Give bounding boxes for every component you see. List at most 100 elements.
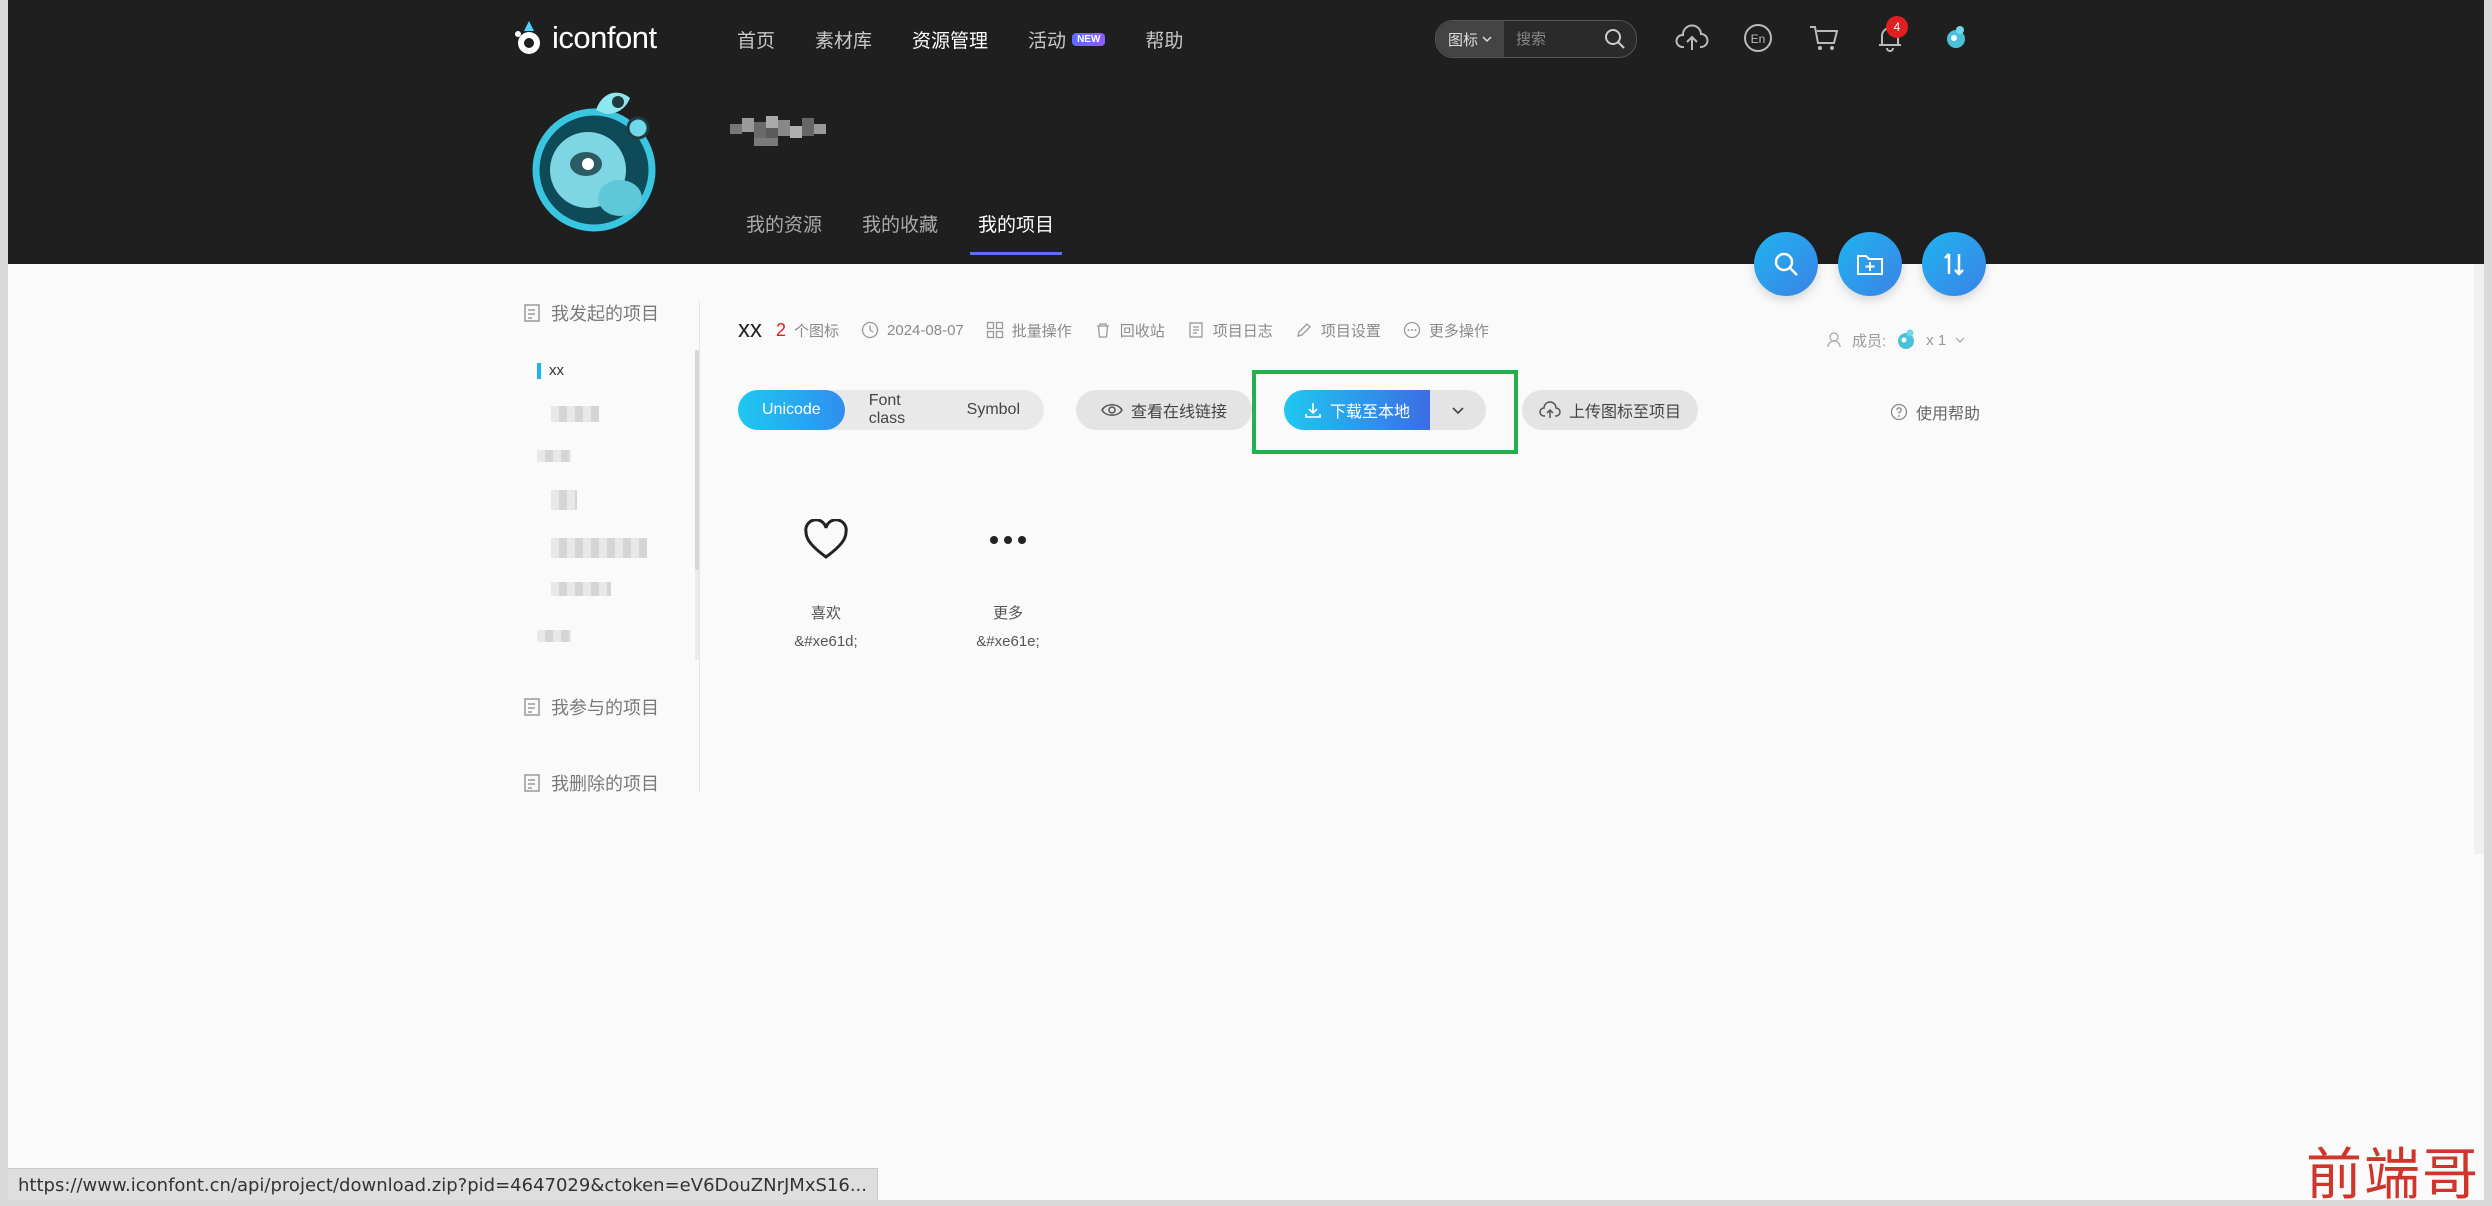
project-sidebar: 我发起的项目 xx 我参与的项目 我删除的项目 xyxy=(523,300,699,796)
list-item-pixelated[interactable] xyxy=(551,582,611,596)
action-label: 项目设置 xyxy=(1320,322,1381,340)
nav-label: 素材库 xyxy=(815,31,873,52)
members-count: x 1 xyxy=(1926,331,1947,349)
project-settings-button[interactable]: 项目设置 xyxy=(1295,320,1381,341)
avatar-icon xyxy=(1947,26,1965,48)
list-item-pixelated[interactable] xyxy=(537,450,571,462)
folder-add-icon xyxy=(1857,255,1883,275)
icon-count: 2 xyxy=(776,319,787,340)
upload-icons-button[interactable]: 上传图标至项目 xyxy=(1522,390,1698,430)
search-box: 图标 xyxy=(1435,20,1637,58)
user-avatar-button[interactable] xyxy=(1936,18,1976,58)
recycle-bin-button[interactable]: 回收站 xyxy=(1094,320,1165,341)
button-label: 下载至本地 xyxy=(1329,404,1410,421)
chevron-down-icon xyxy=(1452,407,1464,415)
icon-name: 喜欢 xyxy=(810,605,841,622)
format-symbol-tab[interactable]: Symbol xyxy=(943,390,1044,430)
logo-icon xyxy=(510,19,548,57)
list-item-pixelated[interactable] xyxy=(551,490,577,510)
members-label: 成员: xyxy=(1852,332,1887,350)
created-project-list: xx xyxy=(523,350,699,660)
project-name: xx xyxy=(738,316,762,343)
download-options-dropdown[interactable] xyxy=(1430,390,1486,430)
profile-tabs: 我的资源 我的收藏 我的项目 xyxy=(746,210,1094,255)
tab-my-favorites[interactable]: 我的收藏 xyxy=(862,210,938,255)
tab-my-projects[interactable]: 我的项目 xyxy=(970,210,1063,255)
download-icon xyxy=(1305,403,1321,418)
notifications-button[interactable]: 4 xyxy=(1870,16,1910,58)
active-indicator xyxy=(537,362,541,379)
sidebar-deleted-projects[interactable]: 我删除的项目 xyxy=(523,770,699,796)
upload-button[interactable] xyxy=(1672,18,1712,58)
search-icon xyxy=(1605,29,1625,49)
member-avatar xyxy=(1898,329,1915,349)
list-item-pixelated[interactable] xyxy=(551,406,599,422)
search-submit-button[interactable] xyxy=(1600,24,1630,54)
language-button[interactable]: En xyxy=(1738,18,1778,58)
member-icon xyxy=(1827,332,1841,348)
cart-button[interactable] xyxy=(1804,18,1844,58)
action-label: 更多操作 xyxy=(1428,322,1489,340)
nav-label: 活动 xyxy=(1028,31,1067,52)
tab-my-resources[interactable]: 我的资源 xyxy=(746,210,822,255)
new-project-fab-button[interactable] xyxy=(1838,232,1902,296)
help-label: 使用帮助 xyxy=(1916,406,1981,423)
grid-icon xyxy=(986,321,1003,339)
icon-code: &#xe61e; xyxy=(976,633,1040,650)
profile-avatar xyxy=(530,80,670,240)
batch-operation-button[interactable]: 批量操作 xyxy=(986,320,1072,341)
sort-fab-button[interactable] xyxy=(1922,232,1986,296)
format-unicode-tab[interactable]: Unicode xyxy=(738,390,845,430)
search-type-select[interactable]: 图标 xyxy=(1436,21,1504,57)
icon-count-label: 个图标 xyxy=(794,322,840,340)
browser-viewport: iconfont 首页 素材库 资源管理 活动 NEW 帮助 图标 En xyxy=(8,0,2484,1200)
sidebar-joined-projects[interactable]: 我参与的项目 xyxy=(523,694,699,720)
icon-card-more[interactable]: 更多 &#xe61e; xyxy=(948,510,1068,650)
format-fontclass-tab[interactable]: Font class xyxy=(845,390,943,430)
list-item-pixelated[interactable] xyxy=(551,538,647,558)
iconfont-logo[interactable]: iconfont xyxy=(510,18,657,58)
sidebar-section-label: 我参与的项目 xyxy=(551,698,659,718)
new-badge: NEW xyxy=(1072,33,1106,46)
more-icon xyxy=(948,510,1068,570)
clock-icon xyxy=(861,321,879,339)
action-label: 项目日志 xyxy=(1212,322,1273,340)
list-item-pixelated[interactable] xyxy=(537,630,571,642)
question-circle-icon xyxy=(1890,403,1908,421)
nav-home[interactable]: 首页 xyxy=(737,20,775,59)
language-en-icon: En xyxy=(1744,24,1772,52)
project-header: xx 2 个图标 2024-08-07 批量操作 回收站 项目日志 项目设置 更… xyxy=(738,316,1489,344)
project-list-icon xyxy=(524,774,540,792)
nav-label: 资源管理 xyxy=(912,31,989,52)
more-operations-button[interactable]: 更多操作 xyxy=(1403,320,1489,341)
search-fab-button[interactable] xyxy=(1754,232,1818,296)
format-switch: Unicode Font class Symbol xyxy=(738,390,1044,430)
view-online-link-button[interactable]: 查看在线链接 xyxy=(1076,390,1252,430)
project-log-button[interactable]: 项目日志 xyxy=(1187,320,1273,341)
project-date: 2024-08-07 xyxy=(861,321,964,339)
svg-text:En: En xyxy=(1751,32,1766,46)
members-dropdown[interactable]: 成员: x 1 xyxy=(1826,328,1966,352)
download-local-button[interactable]: 下载至本地 xyxy=(1284,390,1430,430)
nav-activities[interactable]: 活动 NEW xyxy=(1028,20,1106,59)
sidebar-item-xx[interactable]: xx xyxy=(537,362,564,379)
nav-help[interactable]: 帮助 xyxy=(1145,20,1183,59)
icon-card-like[interactable]: 喜欢 &#xe61d; xyxy=(766,510,886,650)
logo-text: iconfont xyxy=(552,20,657,55)
usage-help-link[interactable]: 使用帮助 xyxy=(1890,400,1980,424)
nav-library[interactable]: 素材库 xyxy=(815,20,872,59)
sidebar-created-projects[interactable]: 我发起的项目 xyxy=(523,300,699,326)
sort-icon xyxy=(1944,253,1964,276)
page-scrollbar[interactable] xyxy=(2474,264,2484,854)
nav-resource-management[interactable]: 资源管理 xyxy=(912,20,988,59)
button-label: 上传图标至项目 xyxy=(1568,404,1681,421)
status-bar-url: https://www.iconfont.cn/api/project/down… xyxy=(8,1168,878,1200)
sidebar-section-label: 我删除的项目 xyxy=(551,774,659,794)
search-input[interactable] xyxy=(1514,29,1600,49)
nav-label: 帮助 xyxy=(1145,31,1184,52)
chevron-down-icon xyxy=(1482,36,1492,43)
icon-name: 更多 xyxy=(992,605,1023,622)
heart-icon xyxy=(766,510,886,570)
search-type-label: 图标 xyxy=(1447,31,1478,49)
nav-label: 首页 xyxy=(737,31,776,52)
